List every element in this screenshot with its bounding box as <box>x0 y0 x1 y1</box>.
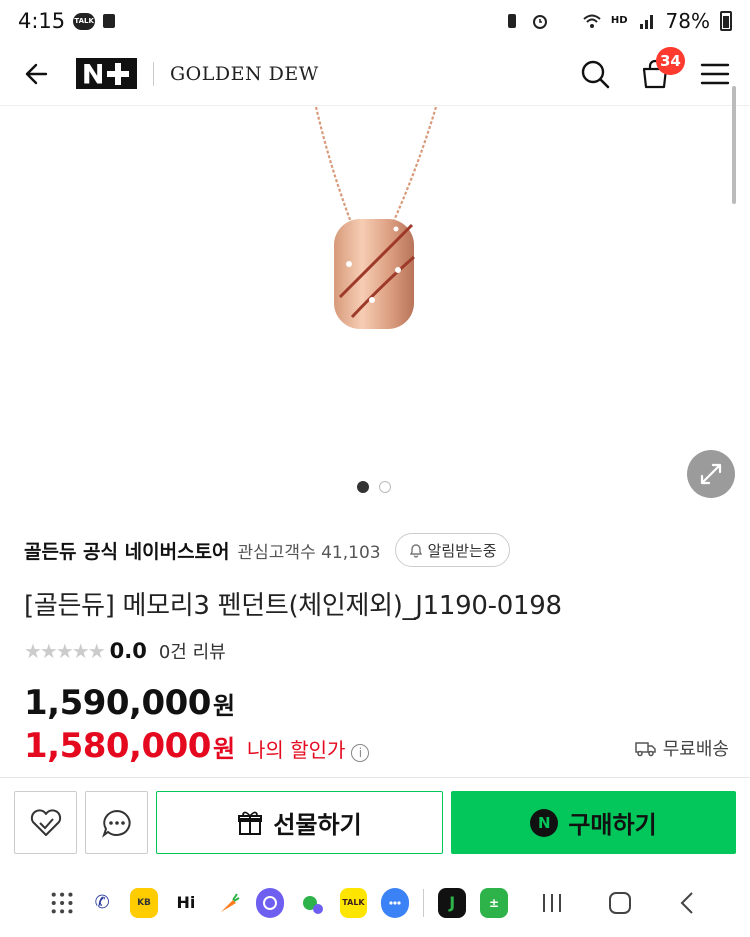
shipping-info: 무료배송 <box>635 735 729 761</box>
sale-price-unit: 원 <box>212 735 236 763</box>
sale-label: 나의 할인가 <box>247 738 346 762</box>
talk-inquiry-button[interactable] <box>85 791 148 854</box>
price-value: 1,590,000 <box>24 683 211 723</box>
back-button[interactable] <box>20 59 50 89</box>
kb-pay-app-icon[interactable]: KB <box>130 887 158 918</box>
signal-icon <box>639 15 653 29</box>
vibrate-icon <box>507 14 516 28</box>
sale-price-value: 1,580,000 <box>24 726 211 766</box>
kakaotalk-notification-icon: TALK <box>73 12 96 30</box>
store-header: GOLDEN DEW 34 <box>0 42 750 106</box>
buy-button[interactable]: N 구매하기 <box>451 791 736 854</box>
navbar-divider <box>423 888 425 917</box>
n-letter-icon <box>84 63 103 84</box>
search-icon[interactable] <box>580 59 610 89</box>
review-count[interactable]: 0건 리뷰 <box>159 638 226 664</box>
star-rating-icon: ★★★★★ <box>24 639 106 663</box>
app-notification-icon <box>103 14 116 28</box>
rating-row[interactable]: ★★★★★ 0.0 0건 리뷰 <box>24 636 226 666</box>
store-name-link[interactable]: 골든듀 공식 네이버스토어 <box>24 537 230 564</box>
notification-subscribe-button[interactable]: 알림받는중 <box>394 533 510 567</box>
shipping-label: 무료배송 <box>662 739 729 760</box>
calculator-app-icon[interactable]: ± <box>480 887 508 918</box>
info-icon[interactable]: i <box>351 744 370 762</box>
purchase-bar: 선물하기 N 구매하기 <box>14 791 736 854</box>
section-divider <box>0 777 750 778</box>
battery-icon <box>720 11 732 31</box>
pendant <box>334 219 415 329</box>
bell-icon <box>409 544 422 558</box>
heart-check-icon <box>30 808 61 836</box>
gallery-indicator <box>357 481 391 493</box>
rating-value: 0.0 <box>109 639 147 663</box>
cart-button[interactable]: 34 <box>640 46 685 89</box>
carrot-app-icon[interactable] <box>213 887 242 918</box>
recent-apps-icon[interactable] <box>540 891 564 915</box>
naver-pay-icon: N <box>530 808 559 837</box>
battery-percent: 78% <box>665 9 710 33</box>
android-navigation-bar: ✆ KB Hi TALK J ± <box>0 868 750 937</box>
price-unit: 원 <box>212 692 236 720</box>
header-divider <box>153 61 154 86</box>
store-info: 골든듀 공식 네이버스토어 관심고객수 41,103 알림받는중 <box>24 532 510 568</box>
home-icon[interactable] <box>608 891 632 915</box>
alarm-icon <box>532 15 547 29</box>
chat-bubble-icon <box>101 809 131 838</box>
plus-icon <box>106 62 129 85</box>
back-arrow-icon <box>25 63 48 84</box>
necklace-chain <box>314 107 438 226</box>
alarm-label: 알림받는중 <box>427 541 497 560</box>
cart-count-badge: 34 <box>656 46 685 75</box>
menu-icon[interactable] <box>700 59 730 89</box>
gallery-dot[interactable] <box>379 481 391 493</box>
gift-box-icon <box>238 811 263 835</box>
sale-price-row: 1,580,000 원 나의 할인가 i 무료배송 <box>24 726 729 766</box>
buy-label: 구매하기 <box>568 811 657 839</box>
app-drawer-icon[interactable] <box>50 890 74 916</box>
hd-voice-indicator: HD <box>610 15 628 26</box>
hi-app-icon[interactable]: Hi <box>171 887 200 918</box>
wifi-icon <box>583 14 601 28</box>
samsung-internet-app-icon[interactable] <box>255 887 284 918</box>
fans-count: 관심고객수 41,103 <box>237 542 381 563</box>
jandi-app-icon[interactable]: J <box>438 887 467 918</box>
original-price: 1,590,000 원 <box>24 683 235 723</box>
kakaotalk-app-icon[interactable]: TALK <box>339 887 368 918</box>
gallery-dot-active[interactable] <box>357 481 369 493</box>
product-image[interactable] <box>0 107 750 507</box>
product-title: [골든듀] 메모리3 펜던트(체인제외)_J1190-0198 <box>24 591 562 621</box>
gift-label: 선물하기 <box>273 811 362 839</box>
back-nav-icon[interactable] <box>676 891 700 915</box>
brand-logo[interactable]: GOLDEN DEW <box>170 63 319 85</box>
green-app-icon[interactable] <box>297 887 326 918</box>
expand-arrows-icon <box>700 463 722 485</box>
messages-app-icon[interactable] <box>381 887 410 918</box>
gift-button[interactable]: 선물하기 <box>156 791 443 854</box>
naver-plus-logo[interactable] <box>76 58 137 89</box>
status-bar: 4:15 TALK HD 78% <box>0 0 750 42</box>
expand-image-button[interactable] <box>687 450 735 498</box>
wishlist-button[interactable] <box>14 791 77 854</box>
clock: 4:15 <box>18 9 66 33</box>
delivery-truck-icon <box>635 742 656 757</box>
phone-app-icon[interactable]: ✆ <box>88 887 117 918</box>
